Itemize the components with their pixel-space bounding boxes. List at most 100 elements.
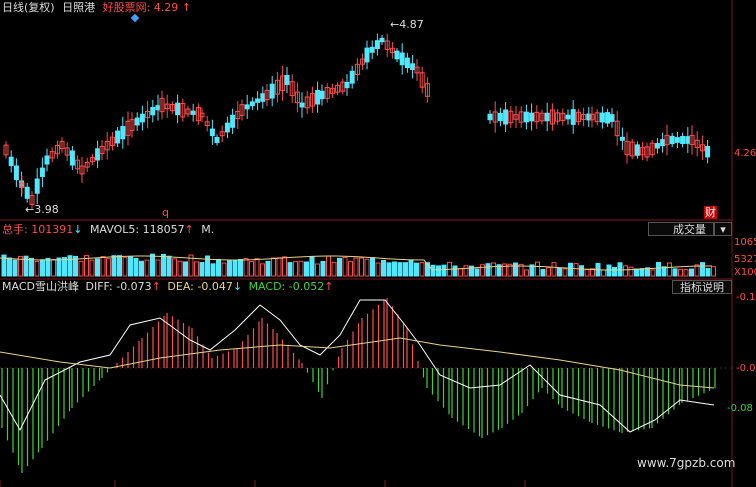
chevron-down-icon[interactable]: ▾ xyxy=(714,222,732,236)
indicator-help-button[interactable]: 指标说明 xyxy=(672,280,732,294)
mavol-value: 118057 xyxy=(142,223,185,236)
diff-label: DIFF: xyxy=(85,280,113,293)
mavol-arrow-icon: ↑ xyxy=(184,223,194,236)
volume-label: 总手: xyxy=(2,223,28,236)
volume-extra: M. xyxy=(201,223,215,236)
volume-bar xyxy=(513,262,518,277)
volume-bar xyxy=(194,261,199,277)
volume-bar xyxy=(62,257,67,277)
candle-body xyxy=(544,112,550,122)
candle-body xyxy=(134,117,140,126)
volume-bar xyxy=(491,262,496,277)
macd-header: MACD雪山洪峰 DIFF: -0.073↑ DEA: -0.047↓ MACD… xyxy=(2,280,333,293)
volume-bar xyxy=(458,268,463,277)
q-marker: q xyxy=(162,206,169,219)
price-axis-label: 4.26 xyxy=(734,148,756,159)
macd-axis-bottom: -0.08 xyxy=(727,403,753,414)
candle-body xyxy=(619,136,625,141)
volume-bar xyxy=(249,261,254,277)
volume-bar xyxy=(282,256,287,277)
macd-axis-zero: -0.0 xyxy=(736,363,756,374)
candle-body xyxy=(404,57,410,69)
price-arrow-icon: ↑ xyxy=(181,1,192,14)
volume-bar xyxy=(419,262,425,277)
volume-bar xyxy=(331,261,337,277)
volume-bar xyxy=(623,265,628,277)
candle-body xyxy=(8,156,14,167)
volume-bar xyxy=(199,262,205,277)
candle-body xyxy=(95,148,101,161)
volume-bar xyxy=(117,255,122,277)
volume-bar xyxy=(276,257,282,277)
volume-axis-mid: 5327 xyxy=(734,254,756,265)
cai-marker[interactable]: 财 xyxy=(704,206,717,219)
volume-bar xyxy=(155,259,161,277)
candle-body xyxy=(410,63,416,71)
volume-bar xyxy=(480,264,485,277)
volume-bar xyxy=(293,261,298,277)
candle-body xyxy=(249,101,255,107)
candle-body xyxy=(269,83,275,99)
candle-body xyxy=(685,136,691,144)
volume-bar xyxy=(265,260,271,277)
candle-body xyxy=(369,46,375,53)
candle-body xyxy=(634,144,640,156)
macd-name: MACD雪山洪峰 xyxy=(2,280,79,293)
volume-axis-top: 1065 xyxy=(734,237,756,248)
candle-body xyxy=(44,155,50,165)
volume-indicator-dropdown[interactable]: 成交量 xyxy=(648,222,714,236)
volume-bar xyxy=(326,255,331,277)
candle-body xyxy=(155,105,161,111)
dea-line xyxy=(0,337,715,389)
volume-bar xyxy=(353,257,359,277)
volume-bar xyxy=(67,255,73,277)
high-annotation: ←4.87 xyxy=(390,18,424,31)
stock-name: 日照港 xyxy=(62,1,96,14)
volume-arrow-icon: ↓ xyxy=(73,223,83,236)
period-label: 日线(复权) xyxy=(2,1,55,14)
candle-body xyxy=(69,150,75,166)
volume-bar xyxy=(485,263,491,277)
volume-bar xyxy=(562,268,568,277)
volume-bar xyxy=(133,257,139,277)
volume-bar xyxy=(12,259,18,277)
volume-bar xyxy=(408,259,414,277)
volume-bar xyxy=(45,257,51,277)
candle-body xyxy=(190,110,196,115)
volume-bar xyxy=(617,262,623,277)
volume-bar xyxy=(172,258,177,277)
volume-bar xyxy=(320,260,326,277)
volume-bar xyxy=(606,264,612,277)
volume-bar xyxy=(271,257,276,277)
volume-bar xyxy=(711,266,716,277)
candle-body xyxy=(570,109,576,125)
candle-body xyxy=(209,128,215,137)
candle-body xyxy=(224,122,230,133)
candle-body xyxy=(39,167,45,177)
candle-body xyxy=(139,113,145,123)
macd-arrow-icon: ↑ xyxy=(324,280,334,293)
candle-body xyxy=(244,104,250,110)
volume-bar xyxy=(612,267,617,277)
volume-bar xyxy=(524,269,529,277)
volume-bar xyxy=(579,265,584,277)
volume-bar xyxy=(463,265,469,277)
volume-bar xyxy=(95,258,100,277)
volume-bar xyxy=(309,256,315,277)
candle-body xyxy=(299,102,305,108)
diff-arrow-icon: ↑ xyxy=(151,280,161,293)
dea-value: -0.047 xyxy=(197,280,233,293)
volume-bar xyxy=(260,263,265,277)
candle-body xyxy=(374,40,380,50)
site-label: 好股票网: xyxy=(102,1,151,14)
low-annotation: ←3.98 xyxy=(25,203,59,216)
candle-body xyxy=(669,135,675,145)
volume-bar xyxy=(232,259,238,277)
candle-body xyxy=(13,165,19,181)
mavol-label: MAVOL5: xyxy=(89,223,140,236)
volume-bar xyxy=(342,256,348,277)
header-bar: 日线(复权) 日照港 好股票网: 4.29 ↑ xyxy=(2,1,191,14)
volume-dropdown-label: 成交量 xyxy=(673,223,706,236)
candle-body xyxy=(115,130,121,144)
candle-body xyxy=(315,89,321,105)
